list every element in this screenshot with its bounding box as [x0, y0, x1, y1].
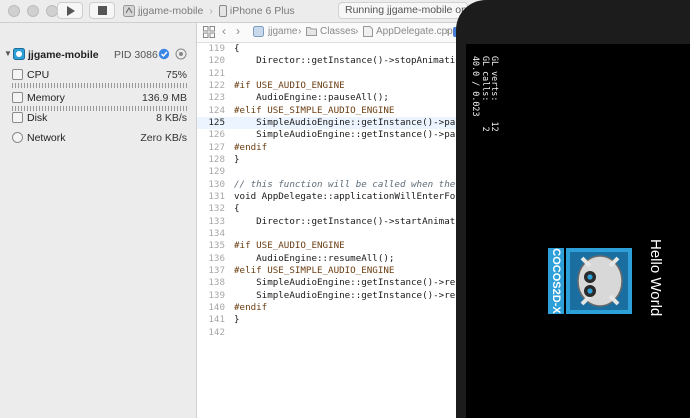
breadcrumb-separator-icon: ›	[446, 26, 450, 37]
line-number: 140	[208, 301, 225, 313]
gl-stats-overlay: GL verts: 12 GL calls: 2 40.0 / 0.023	[471, 56, 500, 132]
device-icon	[218, 4, 227, 17]
line-number: 141	[208, 314, 225, 326]
scheme-device-label: iPhone 6 Plus	[229, 4, 295, 17]
breadcrumb-folder[interactable]: Classes	[320, 26, 356, 37]
line-number: 124	[208, 104, 225, 116]
line-number: 126	[208, 129, 225, 141]
code-text: Director::getInstance()->stopAnimatio	[234, 55, 461, 67]
gauge-value: 136.9 MB	[142, 92, 187, 104]
memory-gauge-icon	[12, 92, 23, 103]
code-text: #elif USE_SIMPLE_AUDIO_ENGINE	[234, 104, 395, 116]
gauge-label: Memory	[27, 92, 65, 104]
code-text: #elif USE_SIMPLE_AUDIO_ENGINE	[234, 264, 395, 276]
code-text: void AppDelegate::applicationWillEnterFo…	[234, 190, 467, 202]
code-text: }	[234, 153, 240, 165]
app-icon	[13, 48, 25, 60]
cpu-gauge-icon	[12, 69, 23, 80]
related-items-icon[interactable]	[203, 26, 215, 41]
disk-gauge-icon	[12, 112, 23, 123]
scheme-separator-icon: ›	[209, 4, 213, 17]
line-number: 135	[208, 240, 225, 252]
line-number: 139	[208, 289, 225, 301]
line-number: 122	[208, 79, 225, 91]
line-number: 120	[208, 55, 225, 67]
code-text: AudioEngine::pauseAll();	[234, 92, 389, 104]
folder-icon	[306, 26, 317, 39]
line-number: 121	[208, 67, 225, 79]
project-icon	[253, 26, 264, 40]
app-icon	[123, 4, 135, 17]
activity-status: Running jjgame-mobile on iPhone	[338, 2, 468, 19]
run-button[interactable]	[57, 2, 83, 19]
code-text: #endif	[234, 301, 268, 313]
logo-wordmark: COCOS2D-X	[550, 248, 562, 314]
stop-icon	[97, 6, 107, 15]
line-number: 125	[208, 116, 225, 128]
line-number: 132	[208, 203, 225, 215]
cpp-file-icon	[363, 26, 373, 40]
gauge-label: Network	[27, 132, 66, 144]
scheme-selector[interactable]: jjgame-mobile › iPhone 6 Plus	[123, 2, 295, 19]
code-text: SimpleAudioEngine::getInstance()->resu	[234, 289, 467, 301]
line-number: 130	[208, 178, 225, 190]
line-number: 142	[208, 326, 225, 338]
code-text: {	[234, 43, 240, 54]
options-icon[interactable]	[175, 48, 187, 60]
line-number: 133	[208, 215, 225, 227]
disclosure-triangle-icon[interactable]: ▼	[4, 49, 12, 58]
gauge-value: Zero KB/s	[140, 132, 187, 144]
gauge-cpu[interactable]: CPU 75%	[0, 68, 197, 90]
breadcrumb-file[interactable]: AppDelegate.cpp	[376, 26, 453, 37]
debug-gauge-icon[interactable]	[158, 48, 170, 60]
line-number: 137	[208, 264, 225, 276]
gauge-label: Disk	[27, 112, 48, 124]
line-number: 131	[208, 190, 225, 202]
code-text: SimpleAudioEngine::getInstance()->pau	[234, 116, 461, 128]
code-text: #if USE_AUDIO_ENGINE	[234, 79, 345, 91]
breadcrumb-project[interactable]: jjgame	[268, 26, 297, 37]
gauge-label: CPU	[27, 69, 50, 81]
gauge-value: 75%	[165, 69, 187, 81]
process-pid: PID 3086	[114, 49, 158, 61]
code-text: Director::getInstance()->startAnimati	[234, 215, 461, 227]
line-number: 123	[208, 92, 225, 104]
line-number: 134	[208, 227, 225, 239]
line-number: 136	[208, 252, 225, 264]
debug-navigator: ▼ jjgame-mobile PID 3086 CPU 75% Memory …	[0, 23, 197, 418]
gauge-disk[interactable]: Disk 8 KB/s	[0, 111, 197, 129]
cpu-sparkline	[12, 83, 188, 88]
breadcrumb-separator-icon: ›	[298, 26, 302, 37]
code-text: SimpleAudioEngine::getInstance()->resu	[234, 277, 467, 289]
gauge-value: 8 KB/s	[156, 112, 187, 124]
back-icon[interactable]: ‹	[222, 24, 226, 38]
code-text: AudioEngine::resumeAll();	[234, 252, 395, 264]
line-number: 127	[208, 141, 225, 153]
minimize-window-button[interactable]	[27, 5, 39, 17]
code-text: }	[234, 314, 240, 326]
code-text: #endif	[234, 141, 268, 153]
gauge-network[interactable]: Network Zero KB/s	[0, 131, 197, 149]
code-text: SimpleAudioEngine::getInstance()->pau	[234, 129, 461, 141]
line-number: 128	[208, 153, 225, 165]
play-icon	[66, 5, 75, 16]
scheme-app-label: jjgame-mobile	[138, 4, 204, 17]
line-number: 138	[208, 277, 225, 289]
breadcrumb-separator-icon: ›	[355, 26, 359, 37]
code-text: #if USE_AUDIO_ENGINE	[234, 240, 345, 252]
gauge-memory[interactable]: Memory 136.9 MB	[0, 91, 197, 113]
line-number: 119	[208, 43, 225, 54]
code-text: // this function will be called when the…	[234, 178, 467, 190]
forward-icon[interactable]: ›	[236, 24, 240, 38]
close-window-button[interactable]	[8, 5, 20, 17]
network-gauge-icon	[12, 132, 23, 143]
process-name: jjgame-mobile	[28, 49, 99, 61]
hello-world-label: Hello World	[647, 239, 664, 317]
process-row[interactable]: ▼ jjgame-mobile PID 3086	[0, 48, 197, 64]
line-number: 129	[208, 166, 225, 178]
cocos2d-x-logo: COCOS2D-X	[548, 248, 632, 314]
code-text: {	[234, 203, 240, 215]
stop-button[interactable]	[89, 2, 115, 19]
